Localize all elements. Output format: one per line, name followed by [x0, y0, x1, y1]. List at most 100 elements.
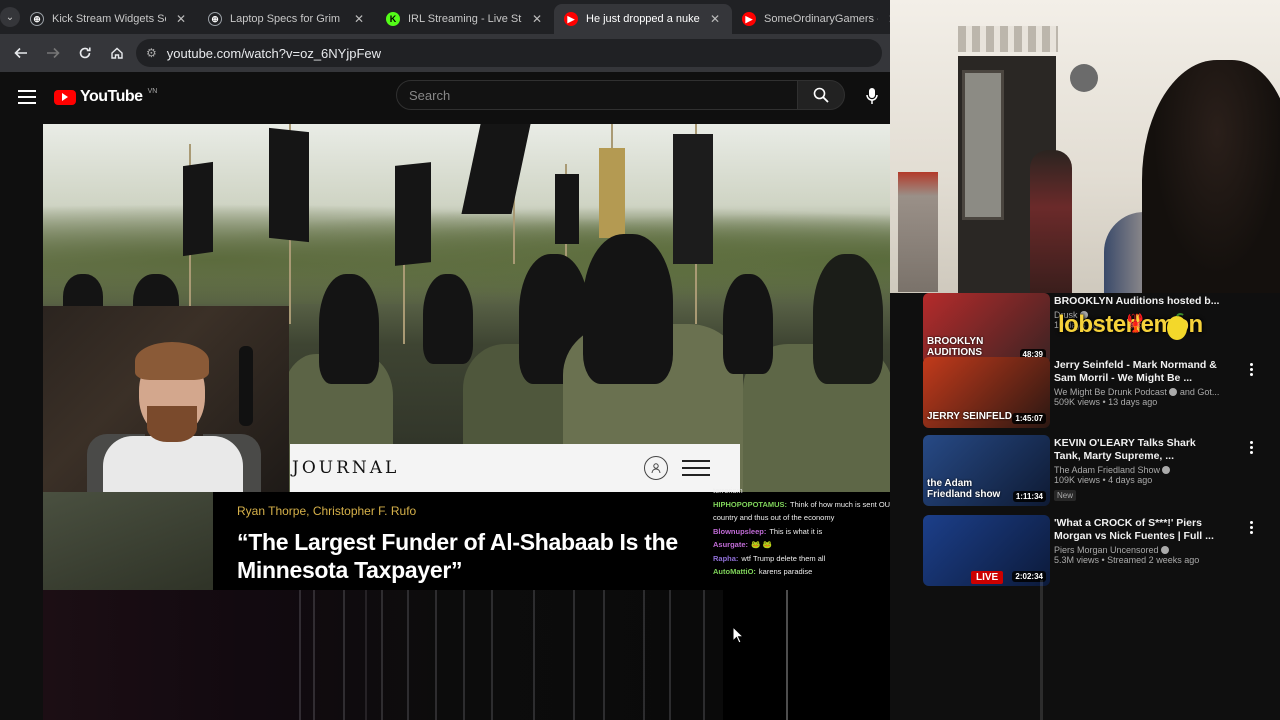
search-button[interactable] — [797, 80, 845, 110]
journal-label: JOURNAL — [292, 458, 400, 478]
irl-streamer-head — [1142, 60, 1280, 293]
video-meta: Jerry Seinfeld - Mark Normand & Sam Morr… — [1054, 359, 1224, 407]
microphone-icon — [866, 88, 878, 104]
close-tab-icon[interactable]: ✕ — [530, 12, 544, 26]
forward-button[interactable] — [40, 40, 66, 66]
thumbnail-text: BROOKLYN AUDITIONS — [927, 336, 984, 358]
more-options-icon[interactable] — [1246, 441, 1256, 454]
chat-text: Think of how much is sent OUT of — [790, 499, 903, 509]
chat-message: HIPHOPOPOTAMUS: Think of how much is sent… — [713, 498, 913, 512]
screen: ⌄ ⊕ Kick Stream Widgets Setup ✕ ⊕ Laptop Spe… — [0, 0, 1280, 720]
reload-icon — [79, 47, 91, 59]
close-tab-icon[interactable]: ✕ — [174, 12, 188, 26]
wall-fan — [1070, 64, 1098, 92]
channel-name-text: We Might Be Drunk Podcast — [1054, 387, 1167, 397]
video-stats: 109K views • 4 days ago — [1054, 475, 1153, 485]
close-tab-icon[interactable]: ✕ — [708, 12, 722, 26]
new-badge: New — [1054, 490, 1077, 501]
article-headline: “The Largest Funder of Al-Shabaab Is the… — [237, 529, 678, 583]
stream-chat-overlay: terrorism HIPHOPOPOTAMUS: Think of how muc… — [713, 484, 913, 579]
video-thumbnail[interactable]: the Adam Friedland show 1:11:34 — [923, 435, 1050, 506]
chat-message: terrorism — [713, 484, 913, 498]
video-title[interactable]: BROOKLYN Auditions hosted b... — [1054, 295, 1224, 308]
recommended-video[interactable]: JERRY SEINFELD 1:45:07 Jerry Seinfeld - Ma… — [923, 357, 1263, 429]
search-placeholder: Search — [409, 87, 451, 103]
video-thumbnail[interactable]: JERRY SEINFELD 1:45:07 — [923, 357, 1050, 428]
channel-name[interactable]: We Might Be Drunk Podcast and Got... — [1054, 387, 1224, 397]
browser-tab[interactable]: ▶ He just dropped a nuke. - YouTube ✕ — [554, 4, 732, 34]
tabs: ⊕ Kick Stream Widgets Setup ✕ ⊕ Laptop Specs… — [20, 4, 910, 34]
tab-favicon-icon: K — [386, 12, 400, 26]
irl-camera-feed — [890, 0, 1280, 293]
recommended-video[interactable]: the Adam Friedland show 1:11:34 KEVIN O'LE… — [923, 435, 1263, 507]
chat-username: Asurgate: — [713, 540, 749, 549]
tab-favicon-icon: ⊕ — [208, 12, 222, 26]
reload-button[interactable] — [72, 40, 98, 66]
tab-search-button[interactable]: ⌄ — [0, 0, 20, 34]
home-button[interactable] — [104, 40, 130, 66]
youtube-logo[interactable]: YouTube VN — [54, 88, 157, 106]
browser-tab-strip: ⌄ ⊕ Kick Stream Widgets Setup ✕ ⊕ Laptop Spe… — [0, 0, 898, 34]
channel-suffix: and Got... — [1179, 387, 1220, 397]
browser-tab[interactable]: ⊕ Laptop Specs for Grim Dawn ✕ — [198, 4, 376, 34]
channel-name[interactable]: The Adam Friedland Show — [1054, 465, 1224, 475]
video-stats: 5.3M views • Streamed 2 weeks ago — [1054, 555, 1200, 565]
video-thumbnail[interactable]: LIVE 2:02:34 — [923, 515, 1050, 586]
chat-text: karens paradise — [758, 567, 813, 576]
video-meta: KEVIN O'LEARY Talks Shark Tank, Marty Su… — [1054, 437, 1224, 503]
chat-username: Rapha: — [713, 553, 739, 563]
channel-name-text: The Adam Friedland Show — [1054, 465, 1161, 475]
tab-favicon-icon: ▶ — [564, 12, 578, 26]
browser-tab[interactable]: ▶SomeOrdinaryGamers - YouTube✕ — [732, 4, 910, 34]
mouse-cursor-icon — [732, 626, 744, 644]
browser-tab[interactable]: ⊕ Kick Stream Widgets Setup ✕ — [20, 4, 198, 34]
site-info-icon[interactable]: ⚙ — [146, 46, 157, 60]
video-meta: 'What a CROCK of S***!' Piers Morgan vs … — [1054, 517, 1224, 565]
recommended-video[interactable]: LIVE 2:02:34 'What a CROCK of S***!' Piers… — [923, 515, 1263, 587]
live-badge: LIVE — [971, 571, 1004, 584]
video-title[interactable]: Jerry Seinfeld - Mark Normand & Sam Morr… — [1054, 359, 1224, 385]
address-bar[interactable]: ⚙ youtube.com/watch?v=oz_6NYjpFew — [136, 39, 882, 67]
video-title[interactable]: 'What a CROCK of S***!' Piers Morgan vs … — [1054, 517, 1224, 543]
verified-check-icon — [1162, 466, 1171, 474]
tab-favicon-icon: ▶ — [742, 12, 756, 26]
wall-vent — [958, 26, 1058, 52]
chat-message: Asurgate: 🐸 🐸 — [713, 538, 913, 552]
browser-tab[interactable]: K IRL Streaming - Live Stream ✕ — [376, 4, 554, 34]
chat-text: terrorism — [713, 486, 743, 495]
verified-check-icon — [1168, 388, 1177, 396]
video-thumbnail[interactable]: BROOKLYN AUDITIONS 48:39 — [923, 293, 1050, 364]
tab-title: Laptop Specs for Grim Dawn — [230, 13, 344, 25]
browser-toolbar: ⚙ youtube.com/watch?v=oz_6NYjpFew — [0, 34, 890, 72]
video-player[interactable]: JOURNAL Ryan Thorpe, Christopher F. Rufo… — [43, 124, 890, 720]
search-icon — [813, 87, 829, 103]
tab-favicon-icon: ⊕ — [30, 12, 44, 26]
voice-search-button[interactable] — [860, 84, 884, 108]
chat-text: country and thus out of the economy — [713, 513, 835, 522]
hamburger-icon — [682, 460, 710, 476]
streamer-webcam — [43, 306, 289, 492]
chat-username: HIPHOPOPOTAMUS: — [713, 499, 788, 509]
video-title[interactable]: KEVIN O'LEARY Talks Shark Tank, Marty Su… — [1054, 437, 1224, 463]
chat-message: Blownupsleep: This is what it is — [713, 525, 913, 539]
back-button[interactable] — [8, 40, 34, 66]
tab-title: IRL Streaming - Live Stream — [408, 13, 522, 25]
chevron-down-icon: ⌄ — [0, 7, 20, 27]
channel-name[interactable]: Piers Morgan Uncensored — [1054, 545, 1224, 555]
chat-username: AutoMattiO: — [713, 567, 756, 576]
tab-title: Kick Stream Widgets Setup — [52, 13, 166, 25]
close-tab-icon[interactable]: ✕ — [352, 12, 366, 26]
chat-message: country and thus out of the economy — [713, 511, 913, 525]
url-text: youtube.com/watch?v=oz_6NYjpFew — [166, 45, 382, 61]
tab-title: SomeOrdinaryGamers - YouTube — [764, 13, 878, 25]
search-input[interactable]: Search — [396, 80, 798, 110]
chat-message: AutoMattiO: karens paradise — [713, 565, 913, 579]
thumbnail-text: JERRY SEINFELD — [927, 411, 1013, 422]
thumbnail-text: the Adam Friedland show — [927, 478, 1001, 500]
more-options-icon[interactable] — [1246, 363, 1256, 376]
more-options-icon[interactable] — [1246, 521, 1256, 534]
channel-name-text: Piers Morgan Uncensored — [1054, 545, 1159, 555]
menu-icon[interactable] — [18, 90, 36, 104]
video-stats: 509K views • 13 days ago — [1054, 397, 1158, 407]
lemon-icon — [1167, 313, 1187, 340]
